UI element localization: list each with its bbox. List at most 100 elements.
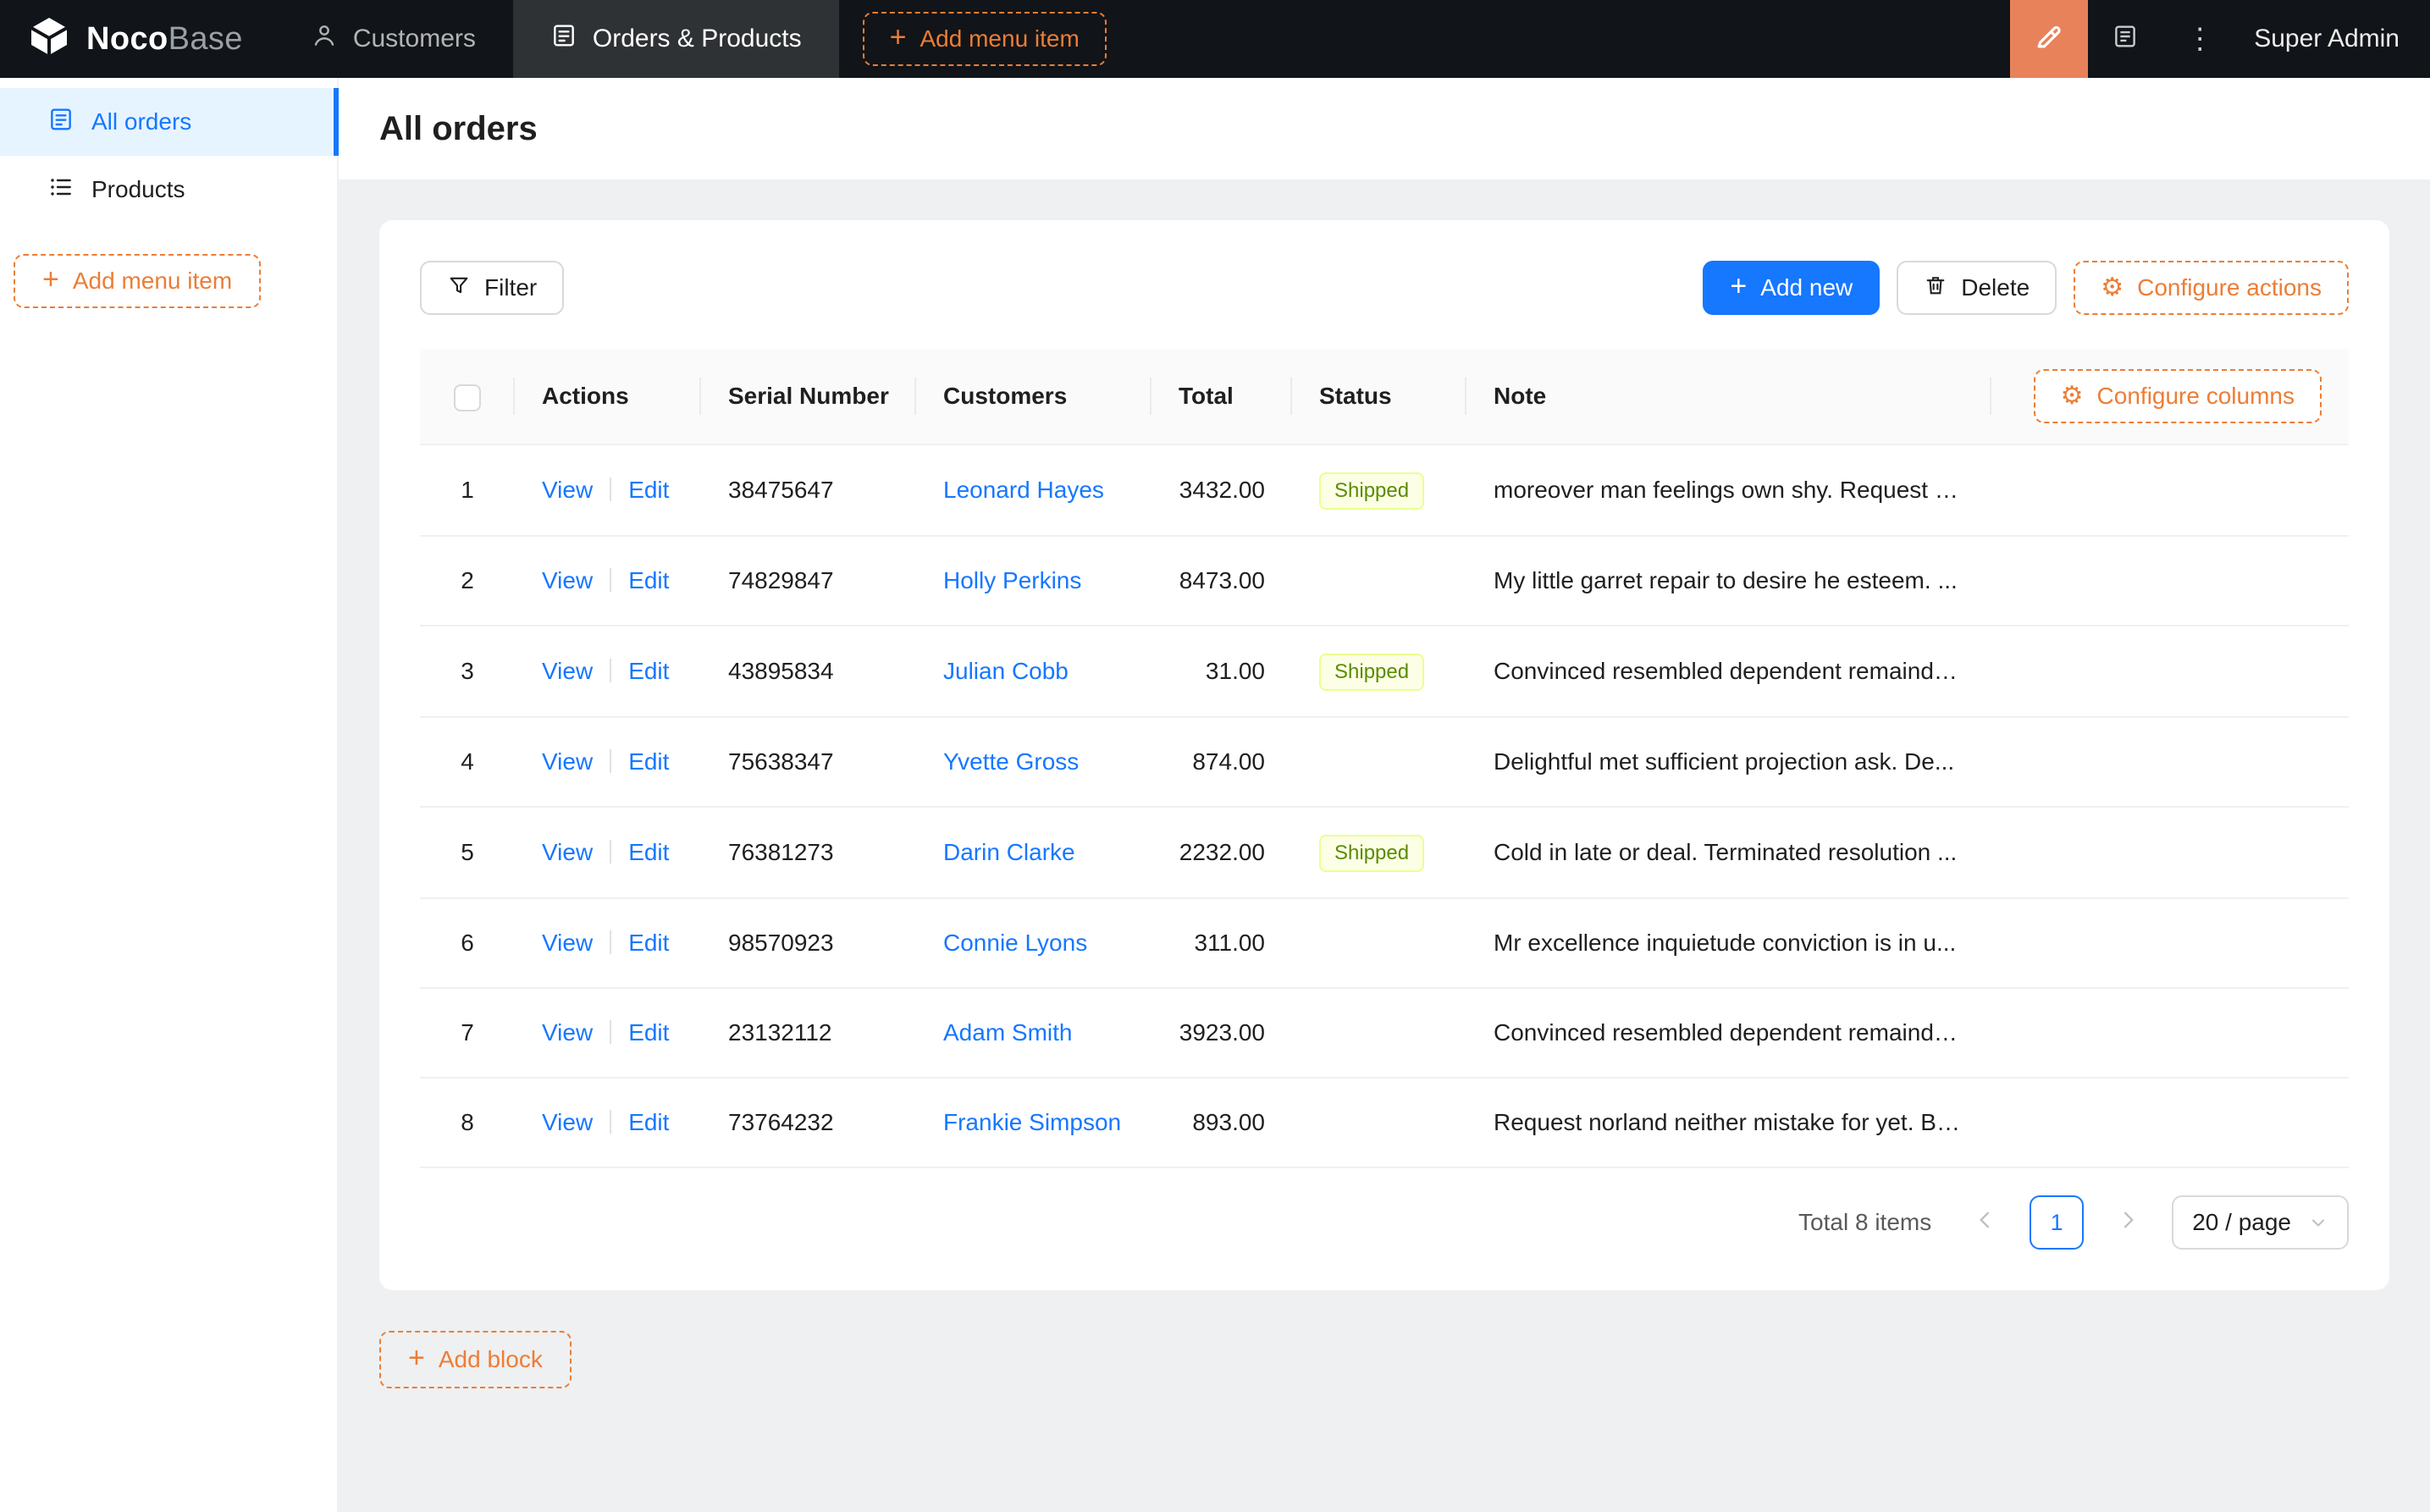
chevron-left-icon xyxy=(1974,1208,1997,1238)
edit-link[interactable]: Edit xyxy=(628,658,669,684)
plus-icon: + xyxy=(889,21,907,53)
chevron-down-icon xyxy=(2308,1212,2328,1233)
chevron-right-icon xyxy=(2116,1208,2140,1238)
orders-table: Actions Serial Number Customers Total St… xyxy=(420,349,2349,1168)
plus-icon: + xyxy=(408,1342,425,1374)
delete-button[interactable]: Delete xyxy=(1897,261,2057,315)
docs-button[interactable] xyxy=(2088,0,2162,78)
note-cell: Convinced resembled dependent remainde..… xyxy=(1466,988,1991,1079)
status-cell: Shipped xyxy=(1292,444,1466,537)
add-block-button[interactable]: + Add block xyxy=(379,1331,572,1388)
gear-icon: ⚙ xyxy=(2060,382,2084,410)
table-row: 2 View Edit 74829847 Holly Perkins 8473.0… xyxy=(420,536,2349,626)
view-link[interactable]: View xyxy=(542,839,593,865)
page-size-select[interactable]: 20 / page xyxy=(2172,1195,2349,1250)
status-cell xyxy=(1292,717,1466,808)
serial-number-cell: 73764232 xyxy=(701,1078,916,1168)
table-header-row: Actions Serial Number Customers Total St… xyxy=(420,349,2349,445)
sidebar-item-all-orders[interactable]: All orders xyxy=(0,88,339,156)
edit-link[interactable]: Edit xyxy=(628,930,669,956)
table-row: 3 View Edit 43895834 Julian Cobb 31.00 Sh… xyxy=(420,626,2349,718)
empty-cell xyxy=(1991,988,2349,1079)
user-menu[interactable]: Super Admin xyxy=(2237,0,2430,78)
view-link[interactable]: View xyxy=(542,477,593,503)
previous-page-button[interactable] xyxy=(1958,1195,2013,1250)
add-menu-item-button-sidebar[interactable]: + Add menu item xyxy=(14,254,262,308)
view-link[interactable]: View xyxy=(542,658,593,684)
total-cell: 3432.00 xyxy=(1151,444,1292,537)
next-page-button[interactable] xyxy=(2101,1195,2155,1250)
view-link[interactable]: View xyxy=(542,567,593,593)
row-actions-cell: View Edit xyxy=(515,717,701,808)
divider xyxy=(610,1110,612,1134)
nav-item-orders-products[interactable]: Orders & Products xyxy=(512,0,839,78)
total-cell: 2232.00 xyxy=(1151,807,1292,899)
highlighter-icon xyxy=(2033,20,2065,58)
nocobase-logo[interactable]: NocoBase xyxy=(0,0,273,78)
logo-text: NocoBase xyxy=(86,20,243,57)
customer-link[interactable]: Connie Lyons xyxy=(943,930,1087,956)
total-cell: 311.00 xyxy=(1151,898,1292,989)
view-link[interactable]: View xyxy=(542,1019,593,1046)
customer-cell: Holly Perkins xyxy=(916,536,1151,626)
sidebar-item-label: All orders xyxy=(91,108,192,135)
column-header-actions: Actions xyxy=(515,349,701,445)
users-icon xyxy=(311,22,338,56)
row-actions-cell: View Edit xyxy=(515,807,701,899)
customer-link[interactable]: Frankie Simpson xyxy=(943,1109,1121,1135)
ui-editor-button[interactable] xyxy=(2010,0,2089,78)
row-index-cell: 5 xyxy=(420,807,515,899)
serial-number-cell: 74829847 xyxy=(701,536,916,626)
customer-link[interactable]: Yvette Gross xyxy=(943,748,1079,775)
column-header-total: Total xyxy=(1151,349,1292,445)
customer-link[interactable]: Darin Clarke xyxy=(943,839,1075,865)
nav-item-label: Orders & Products xyxy=(592,25,802,52)
total-cell: 8473.00 xyxy=(1151,536,1292,626)
filter-button[interactable]: Filter xyxy=(420,261,565,315)
edit-link[interactable]: Edit xyxy=(628,1109,669,1135)
customer-link[interactable]: Adam Smith xyxy=(943,1019,1073,1046)
serial-number-cell: 43895834 xyxy=(701,626,916,718)
table-toolbar: Filter + Add new Delete ⚙ Configure acti… xyxy=(420,261,2349,315)
view-link[interactable]: View xyxy=(542,1109,593,1135)
empty-cell xyxy=(1991,717,2349,808)
filter-icon xyxy=(447,273,471,303)
note-cell: Delightful met sufficient projection ask… xyxy=(1466,717,1991,808)
status-cell xyxy=(1292,988,1466,1079)
table-row: 5 View Edit 76381273 Darin Clarke 2232.00… xyxy=(420,807,2349,899)
note-cell: Cold in late or deal. Terminated resolut… xyxy=(1466,807,1991,899)
select-all-checkbox[interactable] xyxy=(454,384,481,411)
view-link[interactable]: View xyxy=(542,930,593,956)
sidebar-item-label: Products xyxy=(91,176,185,202)
nav-item-customers[interactable]: Customers xyxy=(273,0,513,78)
sidebar: All orders Products + Add menu item xyxy=(0,78,339,1512)
book-icon xyxy=(2111,22,2140,57)
edit-link[interactable]: Edit xyxy=(628,748,669,775)
row-actions-cell: View Edit xyxy=(515,1078,701,1168)
note-cell: My little garret repair to desire he est… xyxy=(1466,536,1991,626)
column-header-customers: Customers xyxy=(916,349,1151,445)
serial-number-cell: 23132112 xyxy=(701,988,916,1079)
page-number-button[interactable]: 1 xyxy=(2030,1195,2085,1250)
customer-link[interactable]: Holly Perkins xyxy=(943,567,1081,593)
column-header-status: Status xyxy=(1292,349,1466,445)
view-link[interactable]: View xyxy=(542,748,593,775)
edit-link[interactable]: Edit xyxy=(628,567,669,593)
sidebar-item-products[interactable]: Products xyxy=(0,156,337,223)
total-cell: 3923.00 xyxy=(1151,988,1292,1079)
edit-link[interactable]: Edit xyxy=(628,1019,669,1046)
customer-link[interactable]: Leonard Hayes xyxy=(943,477,1104,503)
configure-columns-button[interactable]: ⚙ Configure columns xyxy=(2033,369,2322,423)
row-actions-cell: View Edit xyxy=(515,898,701,989)
add-menu-item-button-nav[interactable]: + Add menu item xyxy=(862,12,1107,66)
edit-link[interactable]: Edit xyxy=(628,477,669,503)
edit-link[interactable]: Edit xyxy=(628,839,669,865)
configure-actions-button[interactable]: ⚙ Configure actions xyxy=(2074,261,2349,315)
orders-icon xyxy=(47,106,75,139)
unordered-list-icon xyxy=(47,174,75,207)
pagination: Total 8 items 1 20 / page xyxy=(420,1195,2349,1250)
more-menu-button[interactable]: ⋮ xyxy=(2162,0,2237,78)
add-new-button[interactable]: + Add new xyxy=(1703,261,1880,315)
trash-icon xyxy=(1924,273,1947,303)
customer-link[interactable]: Julian Cobb xyxy=(943,658,1069,684)
